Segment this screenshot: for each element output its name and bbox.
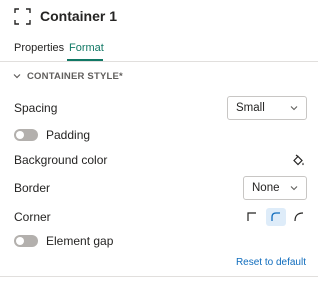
- spacing-value: Small: [236, 102, 265, 114]
- section-title: CONTAINER STYLE*: [27, 70, 123, 82]
- reset-to-default-link[interactable]: Reset to default: [236, 257, 306, 269]
- divider: [0, 276, 318, 277]
- corner-label: Corner: [14, 210, 51, 224]
- toggle-knob: [16, 131, 24, 139]
- square-corner-icon: [247, 212, 256, 221]
- chevron-down-icon: [290, 186, 298, 191]
- toggle-knob: [16, 237, 24, 245]
- spacing-dropdown[interactable]: Small: [227, 96, 307, 120]
- border-label: Border: [14, 181, 51, 195]
- corner-square-option[interactable]: [242, 208, 262, 226]
- padding-label: Padding: [46, 128, 91, 142]
- padding-toggle[interactable]: [14, 129, 38, 141]
- round-corner-icon: [294, 212, 304, 222]
- tab-format[interactable]: Format: [69, 41, 104, 55]
- spacing-label: Spacing: [14, 101, 58, 115]
- container-style-section-toggle[interactable]: CONTAINER STYLE*: [12, 69, 123, 83]
- panel-header: Container 1: [0, 0, 318, 34]
- border-value: None: [252, 182, 280, 194]
- border-dropdown[interactable]: None: [243, 176, 307, 200]
- element-gap-label: Element gap: [46, 234, 114, 248]
- tab-bar: Properties Format: [0, 34, 318, 62]
- rounded-corner-icon: [271, 212, 280, 221]
- corner-round-option[interactable]: [289, 208, 309, 226]
- corner-rounded-option[interactable]: [266, 208, 286, 226]
- paint-bucket-icon[interactable]: [292, 154, 305, 167]
- panel-title: Container 1: [40, 8, 118, 24]
- background-color-label: Background color: [14, 153, 108, 167]
- tab-properties[interactable]: Properties: [14, 41, 64, 55]
- container-select-icon: [14, 8, 31, 25]
- chevron-down-icon: [13, 74, 21, 79]
- chevron-down-icon: [290, 106, 298, 111]
- element-gap-toggle[interactable]: [14, 235, 38, 247]
- active-tab-indicator: [67, 59, 103, 61]
